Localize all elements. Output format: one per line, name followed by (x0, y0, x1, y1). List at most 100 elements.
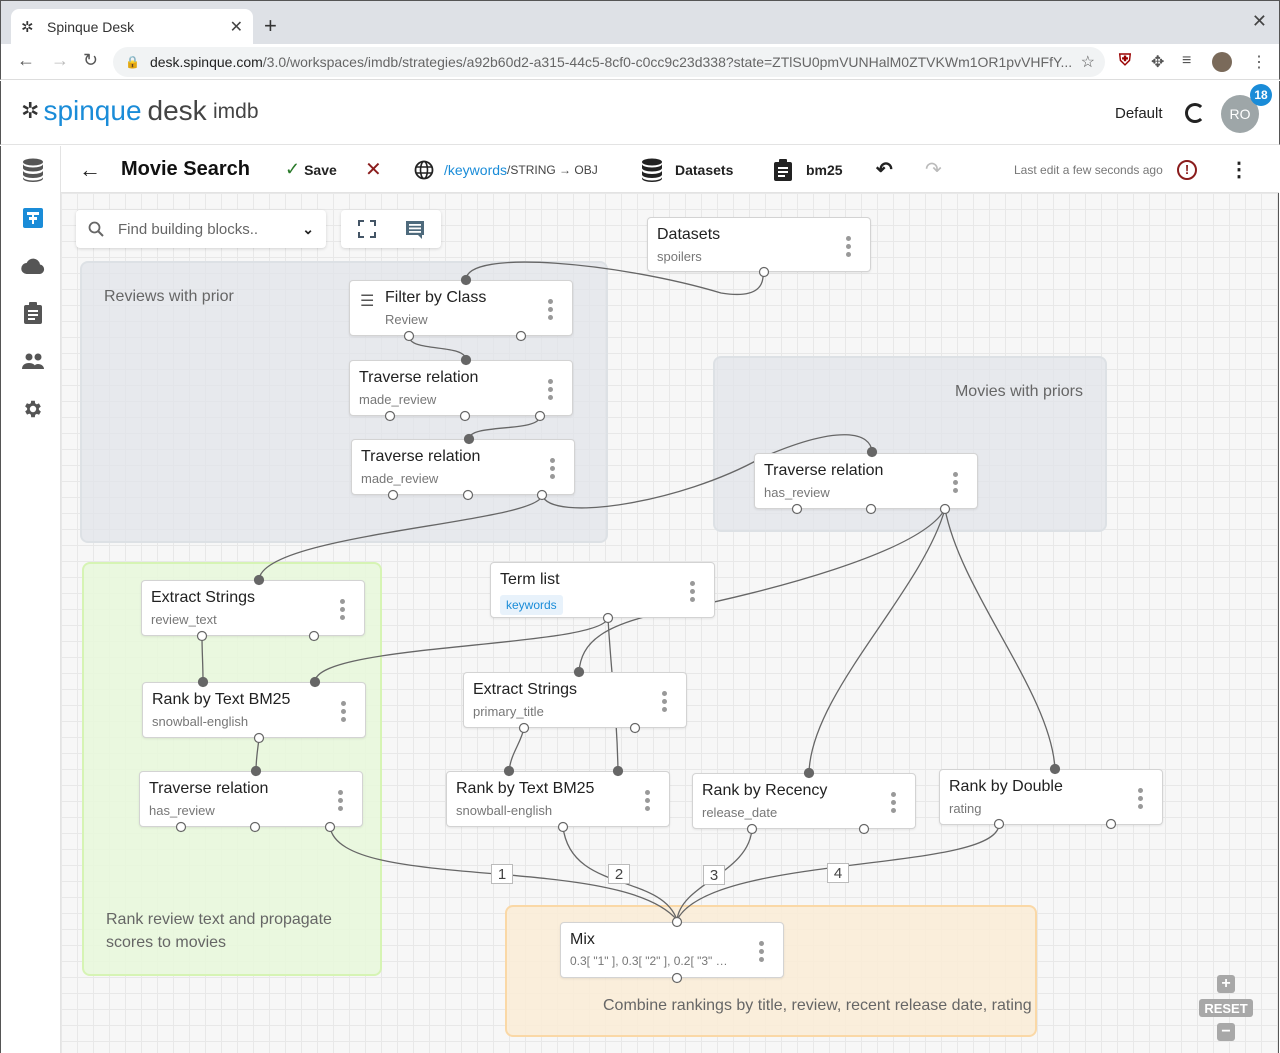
mix-input-label[interactable]: 2 (608, 864, 630, 884)
forward-icon[interactable]: → (51, 50, 69, 71)
output-port[interactable] (196, 630, 208, 642)
config-label: bm25 (806, 161, 843, 178)
input-port[interactable] (460, 274, 472, 286)
redo-icon[interactable]: ↷ (925, 146, 942, 193)
clipboard-icon (774, 158, 792, 181)
endpoint-type: /STRING → OBJ (507, 162, 598, 177)
input-port[interactable] (309, 676, 321, 688)
zoom-out-button[interactable]: − (1217, 1023, 1235, 1041)
undo-icon[interactable]: ↶ (876, 146, 893, 193)
datasets-label: Datasets (675, 161, 734, 178)
ublock-icon[interactable]: ⛨ (1119, 52, 1131, 70)
database-icon[interactable] (21, 158, 45, 182)
hierarchy-icon[interactable] (21, 206, 45, 230)
cloud-icon[interactable] (21, 254, 45, 278)
input-port[interactable] (460, 354, 472, 366)
output-port[interactable] (865, 503, 877, 515)
mix-input-label[interactable]: 4 (827, 863, 849, 883)
window-close-icon[interactable]: ✕ (1252, 11, 1267, 32)
output-port[interactable] (557, 821, 569, 833)
output-port[interactable] (602, 612, 614, 624)
app-header: ✲ spinque desk imdb Default RO 18 (0, 81, 1280, 145)
output-port[interactable] (387, 489, 399, 501)
extensions-icon[interactable]: ✥ (1151, 52, 1164, 72)
gear-icon[interactable] (21, 397, 45, 421)
input-port[interactable] (1049, 763, 1061, 775)
datasets-button[interactable]: Datasets (641, 146, 733, 193)
strategy-canvas[interactable]: Reviews with prior Movies with priors Ra… (61, 193, 1279, 1053)
notification-badge[interactable]: 18 (1250, 84, 1272, 106)
output-port[interactable] (175, 821, 187, 833)
input-port[interactable] (463, 433, 475, 445)
endpoint-link[interactable]: / keywords /STRING → OBJ (414, 146, 598, 193)
output-port[interactable] (462, 489, 474, 501)
output-port[interactable] (518, 722, 530, 734)
left-navigation-rail (0, 146, 61, 1053)
save-button[interactable]: ✓ Save (285, 146, 337, 193)
output-port[interactable] (384, 410, 396, 422)
workspace-name: imdb (213, 100, 259, 123)
url-host: desk.spinque.com (149, 54, 263, 70)
zoom-reset-button[interactable]: RESET (1199, 999, 1253, 1017)
reload-icon[interactable]: ↻ (83, 50, 98, 71)
media-queue-icon[interactable]: ≡ (1182, 52, 1191, 70)
config-button[interactable]: bm25 (774, 146, 843, 193)
output-port[interactable] (536, 489, 548, 501)
output-port[interactable] (939, 503, 951, 515)
clipboard-icon[interactable] (21, 301, 45, 325)
node-ports (175, 266, 1117, 984)
browser-menu-icon[interactable]: ⋮ (1251, 52, 1267, 72)
output-port[interactable] (671, 972, 683, 984)
output-port[interactable] (324, 821, 336, 833)
strategy-title: Movie Search (121, 158, 250, 180)
input-port[interactable] (612, 765, 624, 777)
zoom-in-button[interactable]: + (1217, 975, 1235, 993)
output-port[interactable] (308, 630, 320, 642)
output-port[interactable] (629, 722, 641, 734)
output-port[interactable] (459, 410, 471, 422)
output-port[interactable] (534, 410, 546, 422)
spinque-desk-logo[interactable]: ✲ spinque desk (21, 95, 207, 127)
output-port[interactable] (403, 330, 415, 342)
browser-tab[interactable]: ✲ Spinque Desk ✕ (11, 9, 253, 45)
input-port[interactable] (250, 765, 262, 777)
new-tab-button[interactable]: + (264, 13, 277, 39)
input-port[interactable] (197, 676, 209, 688)
database-icon (642, 158, 662, 182)
people-icon[interactable] (21, 349, 45, 373)
output-port[interactable] (993, 818, 1005, 830)
output-port[interactable] (758, 266, 770, 278)
more-options-icon[interactable]: ⋮ (1229, 146, 1249, 193)
input-port[interactable] (866, 446, 878, 458)
mix-input-label[interactable]: 1 (491, 864, 513, 884)
output-port[interactable] (746, 823, 758, 835)
save-label: Save (304, 161, 337, 178)
url-field[interactable]: 🔒 desk.spinque.com /3.0/workspaces/imdb/… (113, 47, 1105, 77)
strategy-toolbar: ← Movie Search ✓ Save ✕ / keywords /STRI… (61, 146, 1279, 193)
warning-icon[interactable]: ! (1177, 146, 1197, 193)
logo-mark-icon: ✲ (21, 98, 40, 123)
output-port[interactable] (253, 732, 265, 744)
output-port[interactable] (1105, 818, 1117, 830)
output-port[interactable] (515, 330, 527, 342)
tab-close-icon[interactable]: ✕ (230, 17, 243, 37)
mix-input-label[interactable]: 3 (703, 865, 725, 885)
input-port[interactable] (573, 666, 585, 678)
url-path: /3.0/workspaces/imdb/strategies/a92b60d2… (262, 54, 1073, 70)
back-icon[interactable]: ← (17, 50, 35, 71)
environment-selector[interactable]: Default (1115, 105, 1163, 122)
discard-close-icon[interactable]: ✕ (365, 146, 382, 193)
input-port[interactable] (503, 765, 515, 777)
bookmark-star-icon[interactable]: ☆ (1081, 52, 1095, 72)
output-port[interactable] (249, 821, 261, 833)
output-port[interactable] (791, 503, 803, 515)
input-port[interactable] (671, 916, 683, 928)
input-port[interactable] (803, 767, 815, 779)
logo-desk-text: desk (147, 95, 207, 126)
output-port[interactable] (858, 823, 870, 835)
browser-tab-strip: ✲ Spinque Desk ✕ + ✕ (0, 0, 1280, 45)
lock-icon: 🔒 (125, 55, 140, 69)
input-port[interactable] (253, 574, 265, 586)
profile-avatar-icon[interactable] (1212, 52, 1232, 72)
back-arrow-icon[interactable]: ← (79, 146, 101, 193)
